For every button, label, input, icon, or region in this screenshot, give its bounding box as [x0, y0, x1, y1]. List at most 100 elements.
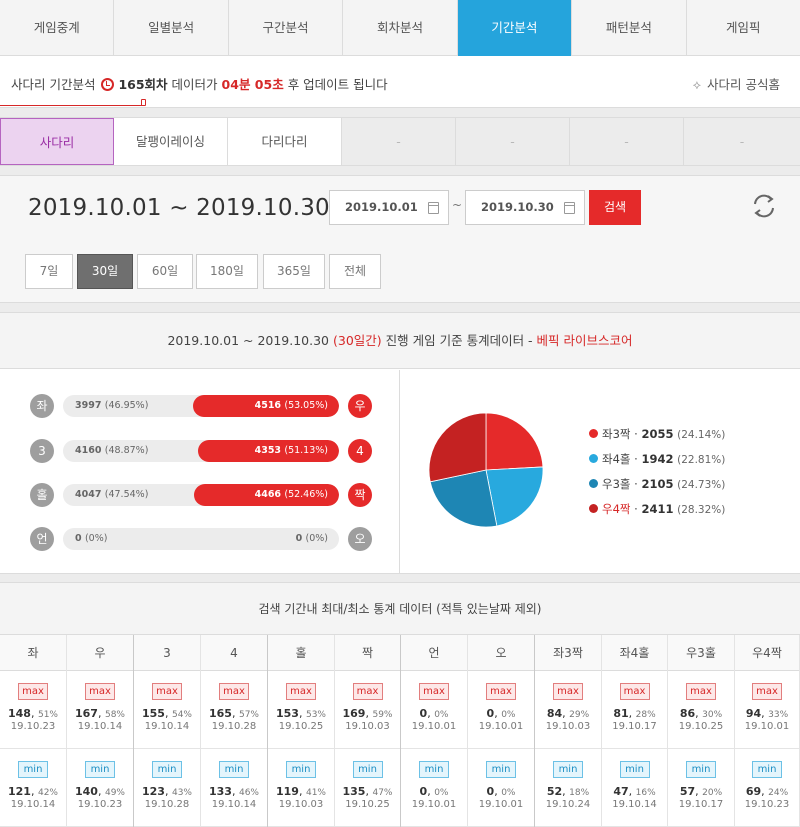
max-date: 19.10.23: [10, 721, 56, 732]
right-badge: 오: [348, 527, 372, 551]
game-type-tabs: 사다리 달팽이레이싱 다리다리 - - - -: [0, 117, 800, 166]
period-365d-button[interactable]: 365일: [263, 254, 325, 289]
min-cell: min 52, 18% 19.10.24: [535, 749, 601, 827]
tab-dari-dari[interactable]: 다리다리: [228, 118, 342, 165]
pie-legend: 좌3짝 · 2055 (24.14%) 좌4홀 · 1942 (22.81%) …: [589, 426, 725, 526]
tab-snail-racing[interactable]: 달팽이레이싱: [114, 118, 228, 165]
max-tag: max: [152, 683, 182, 700]
period-all-button[interactable]: 전체: [329, 254, 381, 289]
max-value: 0, 0%: [419, 707, 449, 720]
legend-item: 좌3짝 · 2055 (24.14%): [589, 426, 725, 451]
min-tag: min: [152, 761, 182, 778]
legend-item: 우3홀 · 2105 (24.73%): [589, 476, 725, 501]
pie-slice-우4짝: [428, 412, 487, 483]
notice-mid: 데이터가: [171, 77, 218, 92]
column-header: 우: [67, 635, 133, 671]
min-tag: min: [286, 761, 316, 778]
max-cell: max 0, 0% 19.10.01: [468, 671, 534, 749]
min-value: 119, 41%: [276, 785, 326, 798]
left-badge: 좌: [30, 394, 54, 418]
period-30d-button[interactable]: 30일: [77, 254, 133, 289]
pie-chart-area: 좌3짝 · 2055 (24.14%) 좌4홀 · 1942 (22.81%) …: [401, 370, 800, 574]
max-value: 165, 57%: [209, 707, 259, 720]
max-cell: max 86, 30% 19.10.25: [668, 671, 734, 749]
tab-game-pick[interactable]: 게임픽: [687, 0, 800, 56]
start-date-input[interactable]: 2019.10.01: [329, 190, 449, 225]
bar-row-left-right: 좌 3997 (46.95%) 4516 (53.05%) 우: [30, 394, 372, 418]
date-range-title: 2019.10.01 ~ 2019.10.30: [28, 195, 330, 221]
tab-ladder[interactable]: 사다리: [0, 118, 114, 165]
stats-panel: 2019.10.01 ~ 2019.10.30 (30일간) 진행 게임 기준 …: [0, 312, 800, 574]
minmax-column: 4 max 165, 57% 19.10.28 min 133, 46% 19.10.14: [201, 635, 268, 827]
refresh-icon[interactable]: [750, 192, 778, 220]
tab-period-analysis[interactable]: 기간분석: [457, 0, 573, 56]
min-tag: min: [686, 761, 716, 778]
max-tag: max: [219, 683, 249, 700]
start-date-value: 2019.10.01: [345, 200, 418, 214]
left-badge: 홀: [30, 483, 54, 507]
max-tag: max: [286, 683, 316, 700]
tab-section-analysis[interactable]: 구간분석: [229, 0, 344, 56]
min-value: 69, 24%: [745, 785, 789, 798]
min-cell: min 135, 47% 19.10.25: [335, 749, 400, 827]
distribution-pie-chart: [428, 412, 544, 528]
min-date: 19.10.24: [545, 799, 591, 810]
minmax-column: 우4짝 max 94, 33% 19.10.01 min 69, 24% 19.10.23: [735, 635, 800, 827]
min-tag: min: [352, 761, 383, 778]
minmax-title: 검색 기간내 최대/최소 통계 데이터 (적특 있는날짜 제외): [0, 583, 800, 635]
left-badge: 언: [30, 527, 54, 551]
official-home-link[interactable]: ⟡ 사다리 공식홈: [693, 74, 780, 93]
min-cell: min 140, 49% 19.10.23: [67, 749, 133, 827]
period-60d-button[interactable]: 60일: [137, 254, 193, 289]
minmax-column: 좌 max 148, 51% 19.10.23 min 121, 42% 19.10.14: [0, 635, 67, 827]
tab-round-analysis[interactable]: 회차분석: [343, 0, 458, 56]
min-tag: min: [419, 761, 449, 778]
tab-empty-2: -: [456, 118, 570, 165]
tab-game-relay[interactable]: 게임중계: [0, 0, 115, 56]
period-180d-button[interactable]: 180일: [196, 254, 258, 289]
left-badge: 3: [30, 439, 54, 463]
min-cell: min 123, 43% 19.10.28: [134, 749, 200, 827]
legend-item: 우4짝 · 2411 (28.32%): [589, 501, 725, 526]
max-tag: max: [486, 683, 516, 700]
end-date-input[interactable]: 2019.10.30: [465, 190, 585, 225]
update-progress-bar: [0, 105, 144, 106]
notice-prefix: 사다리 기간분석: [11, 77, 96, 92]
column-header: 좌: [0, 635, 66, 671]
min-date: 19.10.01: [411, 799, 457, 810]
calendar-icon[interactable]: [428, 202, 439, 214]
bar-row-3-4: 3 4160 (48.87%) 4353 (51.13%) 4: [30, 439, 372, 463]
calendar-icon[interactable]: [564, 202, 575, 214]
official-home-label: 사다리 공식홈: [707, 77, 780, 92]
column-header: 좌3짝: [535, 635, 601, 671]
max-value: 0, 0%: [486, 707, 516, 720]
minmax-column: 우3홀 max 86, 30% 19.10.25 min 57, 20% 19.10.17: [668, 635, 735, 827]
min-cell: min 0, 0% 19.10.01: [468, 749, 534, 827]
legend-dot: [589, 429, 598, 438]
pie-slice-좌3짝: [485, 412, 544, 471]
max-tag: max: [752, 683, 782, 700]
right-stat: 4466 (52.46%): [254, 489, 328, 500]
period-7d-button[interactable]: 7일: [25, 254, 73, 289]
max-cell: max 148, 51% 19.10.23: [0, 671, 66, 749]
max-cell: max 84, 29% 19.10.03: [535, 671, 601, 749]
minmax-column: 3 max 155, 54% 19.10.14 min 123, 43% 19.10.28: [134, 635, 201, 827]
max-value: 148, 51%: [8, 707, 58, 720]
max-cell: max 153, 53% 19.10.25: [268, 671, 334, 749]
column-header: 4: [201, 635, 267, 671]
max-tag: max: [352, 683, 383, 700]
tab-pattern-analysis[interactable]: 패턴분석: [572, 0, 687, 56]
min-tag: min: [553, 761, 583, 778]
max-cell: max 155, 54% 19.10.14: [134, 671, 200, 749]
update-notice-bar: 사다리 기간분석 165회차 데이터가 04분 05초 후 업데이트 됩니다 ⟡…: [0, 56, 800, 108]
max-date: 19.10.14: [77, 721, 123, 732]
ratio-track: 3997 (46.95%) 4516 (53.05%): [63, 395, 339, 417]
clock-icon: [101, 78, 115, 91]
min-value: 135, 47%: [342, 785, 393, 798]
max-cell: max 94, 33% 19.10.01: [735, 671, 799, 749]
search-button[interactable]: 검색: [589, 190, 641, 225]
max-date: 19.10.01: [411, 721, 457, 732]
date-separator: ~: [452, 198, 463, 212]
tab-daily-analysis[interactable]: 일별분석: [114, 0, 229, 56]
max-cell: max 169, 59% 19.10.03: [335, 671, 400, 749]
